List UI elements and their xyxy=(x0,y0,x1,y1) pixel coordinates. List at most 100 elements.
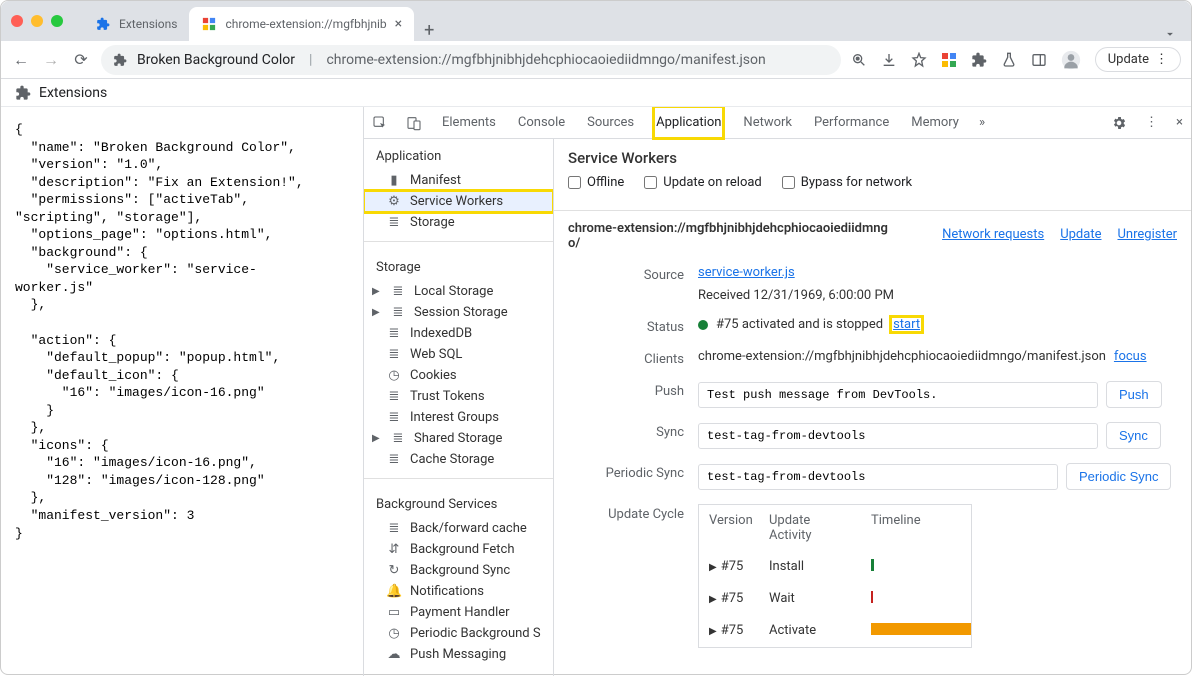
update-on-reload-checkbox[interactable]: Update on reload xyxy=(644,175,761,190)
reload-button[interactable]: ⟳ xyxy=(71,50,91,69)
labs-icon[interactable] xyxy=(1001,52,1017,68)
offline-checkbox[interactable]: Offline xyxy=(568,175,624,190)
inspect-icon[interactable] xyxy=(372,115,388,131)
sidebar-item-background-fetch[interactable]: ⇵Background Fetch xyxy=(364,539,553,560)
tab-network[interactable]: Network xyxy=(741,107,794,138)
section-application: Application xyxy=(364,139,553,170)
gear-icon[interactable] xyxy=(1111,115,1127,131)
fetch-icon: ⇵ xyxy=(386,542,402,557)
table-row[interactable]: ▶#75 Wait xyxy=(699,583,971,615)
timeline-bar xyxy=(871,559,874,571)
periodic-sync-button[interactable]: Periodic Sync xyxy=(1066,463,1171,490)
sidebar-item-indexeddb[interactable]: ≣IndexedDB xyxy=(364,323,553,344)
col-activity: Update Activity xyxy=(759,505,861,551)
section-storage: Storage xyxy=(364,250,553,281)
sidebar-item-back-forward-cache[interactable]: ≣Back/forward cache xyxy=(364,518,553,539)
extensions-icon[interactable] xyxy=(971,52,987,68)
tab-performance[interactable]: Performance xyxy=(812,107,891,138)
omnibox[interactable]: Broken Background Color | chrome-extensi… xyxy=(101,45,841,75)
storage-icon: ≣ xyxy=(386,452,402,467)
tab-label: chrome-extension://mgfbhjnib xyxy=(225,17,386,31)
network-requests-link[interactable]: Network requests xyxy=(942,227,1044,242)
profile-icon[interactable] xyxy=(1061,50,1081,70)
sidebar-item-manifest[interactable]: ▮Manifest xyxy=(364,170,553,191)
tab-sources[interactable]: Sources xyxy=(585,107,636,138)
periodic-sync-input[interactable] xyxy=(698,464,1058,490)
sync-button[interactable]: Sync xyxy=(1106,422,1161,449)
service-workers-panel: Service Workers Offline Update on reload… xyxy=(554,139,1191,676)
unregister-link[interactable]: Unregister xyxy=(1117,227,1177,242)
sidebar-item-payment-handler[interactable]: ▭Payment Handler xyxy=(364,602,553,623)
extension-color-icon[interactable] xyxy=(941,52,957,68)
bookmark-icon[interactable] xyxy=(911,52,927,68)
sidebar-item-local-storage[interactable]: ▶≣Local Storage xyxy=(364,281,553,302)
sidebar-item-websql[interactable]: ≣Web SQL xyxy=(364,344,553,365)
start-link[interactable]: start xyxy=(891,317,922,332)
update-link[interactable]: Update xyxy=(1060,227,1101,242)
devtools: Elements Console Sources Application Net… xyxy=(363,107,1191,676)
sidebar-item-session-storage[interactable]: ▶≣Session Storage xyxy=(364,302,553,323)
new-tab-button[interactable]: + xyxy=(414,20,444,41)
sidebar-item-service-workers[interactable]: ⚙Service Workers xyxy=(364,191,553,212)
minimize-window-button[interactable] xyxy=(31,15,43,27)
side-panel-icon[interactable] xyxy=(1031,52,1047,68)
sidebar-item-background-sync[interactable]: ↻Background Sync xyxy=(364,560,553,581)
periodic-sync-label: Periodic Sync xyxy=(568,463,698,481)
sync-label: Sync xyxy=(568,422,698,440)
install-icon[interactable] xyxy=(881,52,897,68)
tab-memory[interactable]: Memory xyxy=(909,107,961,138)
devtools-tab-bar: Elements Console Sources Application Net… xyxy=(364,107,1191,139)
manifest-json-view[interactable]: { "name": "Broken Background Color", "ve… xyxy=(1,107,363,676)
sw-origin: chrome-extension://mgfbhjnibhjdehcphioca… xyxy=(568,221,888,251)
cookie-icon: ◷ xyxy=(386,368,402,383)
tab-extensions[interactable]: Extensions xyxy=(83,7,189,41)
omnibox-path: chrome-extension://mgfbhjnibhjdehcphioca… xyxy=(326,52,765,68)
close-tab-icon[interactable]: × xyxy=(395,16,402,32)
push-button[interactable]: Push xyxy=(1106,381,1162,408)
database-icon: ≣ xyxy=(386,326,402,341)
client-url: chrome-extension://mgfbhjnibhjdehcphioca… xyxy=(698,349,1106,364)
push-input[interactable] xyxy=(698,382,1098,408)
table-row[interactable]: ▶#75 Activate xyxy=(699,615,971,647)
bypass-checkbox[interactable]: Bypass for network xyxy=(782,175,912,190)
focus-link[interactable]: focus xyxy=(1114,349,1147,364)
section-background: Background Services xyxy=(364,487,553,518)
tab-manifest[interactable]: chrome-extension://mgfbhjnib × xyxy=(189,7,414,41)
sw-options: Offline Update on reload Bypass for netw… xyxy=(568,175,1177,198)
sidebar-item-cookies[interactable]: ◷Cookies xyxy=(364,365,553,386)
sidebar-item-trust-tokens[interactable]: ≣Trust Tokens xyxy=(364,386,553,407)
sidebar-item-storage[interactable]: ≣Storage xyxy=(364,212,553,233)
toolbar: ← → ⟳ Broken Background Color | chrome-e… xyxy=(1,41,1191,79)
sidebar-item-cache-storage[interactable]: ≣Cache Storage xyxy=(364,449,553,470)
sidebar-item-interest-groups[interactable]: ≣Interest Groups xyxy=(364,407,553,428)
storage-icon: ≣ xyxy=(390,284,406,299)
forward-button[interactable]: → xyxy=(41,50,61,70)
sidebar-item-push-messaging[interactable]: ☁Push Messaging xyxy=(364,644,553,665)
tab-elements[interactable]: Elements xyxy=(440,107,498,138)
sidebar-item-shared-storage[interactable]: ▶≣Shared Storage xyxy=(364,428,553,449)
sidebar-item-notifications[interactable]: 🔔Notifications xyxy=(364,581,553,602)
update-button[interactable]: Update ⋮ xyxy=(1095,47,1181,72)
table-row[interactable]: ▶#75 Install xyxy=(699,551,971,583)
search-icon[interactable] xyxy=(851,52,867,68)
sync-input[interactable] xyxy=(698,423,1098,449)
close-icon[interactable]: × xyxy=(1176,115,1183,130)
more-tabs-icon[interactable]: » xyxy=(979,115,985,130)
device-icon[interactable] xyxy=(406,115,422,131)
main-area: { "name": "Broken Background Color", "ve… xyxy=(1,107,1191,676)
maximize-window-button[interactable] xyxy=(51,15,63,27)
document-icon: ▮ xyxy=(386,173,402,188)
close-window-button[interactable] xyxy=(11,15,23,27)
titlebar: Extensions chrome-extension://mgfbhjnib … xyxy=(1,1,1191,41)
kebab-icon[interactable]: ⋮ xyxy=(1145,115,1158,130)
puzzle-icon xyxy=(95,16,111,32)
col-version: Version xyxy=(699,505,759,551)
source-file-link[interactable]: service-worker.js xyxy=(698,265,795,280)
tab-application[interactable]: Application xyxy=(654,107,723,138)
devtools-body: Application ▮Manifest ⚙Service Workers ≣… xyxy=(364,139,1191,676)
tab-console[interactable]: Console xyxy=(516,107,567,138)
back-button[interactable]: ← xyxy=(11,50,31,70)
omnibox-prefix: Broken Background Color xyxy=(137,52,295,68)
sidebar-item-periodic-background[interactable]: ◷Periodic Background S xyxy=(364,623,553,644)
window-chevron-icon[interactable] xyxy=(1163,27,1177,41)
